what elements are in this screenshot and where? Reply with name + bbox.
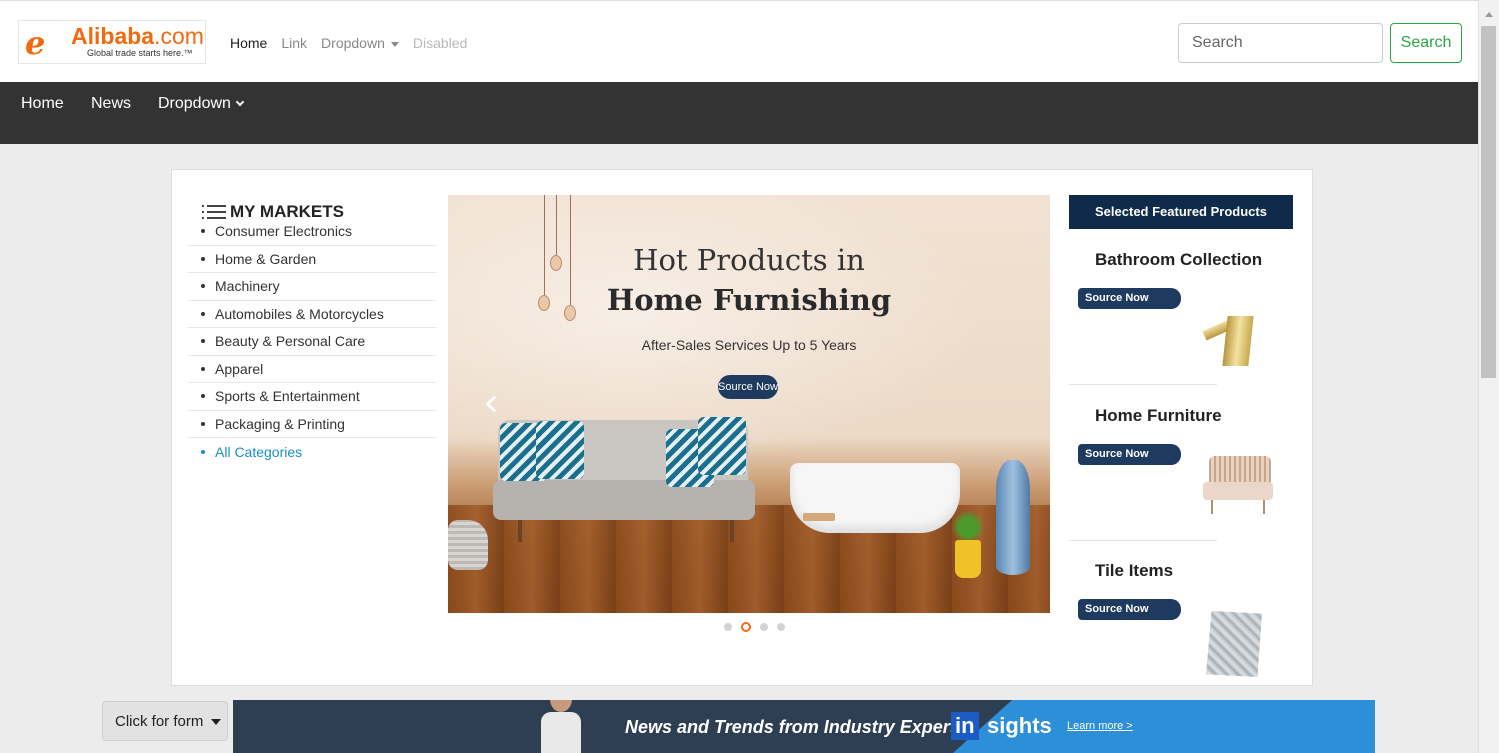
featured-item-furniture: Home Furniture Source Now [1069, 406, 1293, 556]
search-input[interactable] [1178, 23, 1383, 63]
divider [1069, 540, 1217, 541]
top-nav-home[interactable]: Home [230, 35, 267, 51]
carousel-dot-4[interactable] [777, 623, 785, 631]
banner-source-now-button[interactable]: Source Now [718, 375, 778, 399]
featured-source-now-button[interactable]: Source Now [1078, 599, 1181, 620]
sofa-seat [493, 480, 755, 520]
sofa-leg [730, 520, 734, 542]
market-item-label: All Categories [215, 443, 303, 460]
mosaic-tile-image-icon[interactable] [1206, 611, 1262, 677]
featured-source-now-button[interactable]: Source Now [1078, 444, 1181, 465]
pillow-image [698, 417, 746, 475]
banner-subtitle: After-Sales Services Up to 5 Years [641, 337, 857, 353]
page-scrollbar[interactable] [1478, 0, 1499, 753]
click-for-form-button[interactable]: Click for form [102, 701, 228, 741]
bathtub-image [790, 463, 960, 533]
caret-down-icon [211, 718, 222, 725]
armchair-image-icon[interactable] [1203, 456, 1273, 516]
insights-logo-rest: sights [987, 713, 1052, 738]
top-nav: Home Link Dropdown Disabled [230, 35, 467, 51]
sofa-leg [518, 520, 522, 542]
banner-title-line2: Home Furnishing [606, 283, 892, 317]
markets-card: MY MARKETS Consumer Electronics Home & G… [171, 169, 1313, 686]
featured-products-heading: Selected Featured Products [1069, 195, 1293, 229]
carousel-dot-3[interactable] [760, 623, 768, 631]
divider [1069, 384, 1217, 385]
plant-image [951, 511, 985, 543]
all-categories-link[interactable]: All Categories [188, 430, 436, 466]
featured-item-name: Bathroom Collection [1095, 250, 1263, 269]
pouf-image [448, 520, 488, 570]
stool-image [803, 513, 835, 521]
person-with-phone-image [541, 700, 581, 753]
promo-text: News and Trends from Industry Experts [625, 717, 966, 737]
darknav-dropdown[interactable]: Dropdown [158, 95, 245, 113]
logo-word: Alibaba [71, 23, 155, 49]
logo-suffix: .com [154, 23, 204, 49]
featured-source-now-button[interactable]: Source Now [1078, 288, 1181, 309]
hero-carousel-slide[interactable]: Hot Products in Home Furnishing After-Sa… [448, 195, 1050, 613]
scroll-up-arrow-icon[interactable] [1485, 12, 1493, 17]
secondary-navbar: Home News Dropdown [0, 82, 1478, 144]
caret-down-icon [390, 41, 399, 47]
top-nav-disabled: Disabled [412, 35, 468, 51]
insights-promo-banner[interactable]: News and Trends from Industry Experts in… [233, 700, 1375, 753]
top-nav-dropdown[interactable]: Dropdown [321, 35, 399, 51]
carousel-dot-2-active[interactable] [741, 622, 751, 632]
featured-item-bathroom: Bathroom Collection Source Now [1069, 250, 1293, 400]
insights-logo-in: in [951, 712, 979, 740]
banner-title-line1: Hot Products in [633, 243, 865, 277]
vase-image [996, 460, 1030, 575]
pillow-image [536, 421, 584, 479]
alibaba-e-icon: e [25, 24, 45, 62]
featured-item-name: Home Furniture [1095, 406, 1222, 425]
scrollbar-thumb[interactable] [1481, 26, 1496, 378]
darknav-dropdown-label: Dropdown [158, 95, 231, 112]
chevron-down-icon [235, 97, 245, 107]
faucet-image-icon[interactable] [1202, 298, 1259, 366]
markets-list: Consumer Electronics Home & Garden Machi… [188, 223, 436, 466]
featured-item-tiles: Tile Items Source Now [1069, 561, 1293, 711]
carousel-indicators [724, 622, 785, 632]
alibaba-logo[interactable]: e Alibaba.com Global trade starts here.™ [18, 20, 206, 64]
carousel-dot-1[interactable] [724, 623, 732, 631]
top-navbar: e Alibaba.com Global trade starts here.™… [0, 0, 1478, 82]
search-button[interactable]: Search [1390, 23, 1462, 63]
logo-tagline: Global trade starts here.™ [87, 48, 193, 58]
featured-item-name: Tile Items [1095, 561, 1174, 580]
darknav-news[interactable]: News [91, 95, 131, 113]
click-for-form-label: Click for form [115, 712, 204, 730]
top-nav-dropdown-label: Dropdown [321, 35, 385, 51]
darknav-home[interactable]: Home [21, 95, 64, 113]
top-nav-link[interactable]: Link [281, 35, 307, 51]
learn-more-link[interactable]: Learn more > [1067, 720, 1133, 732]
pot-image [955, 540, 981, 578]
